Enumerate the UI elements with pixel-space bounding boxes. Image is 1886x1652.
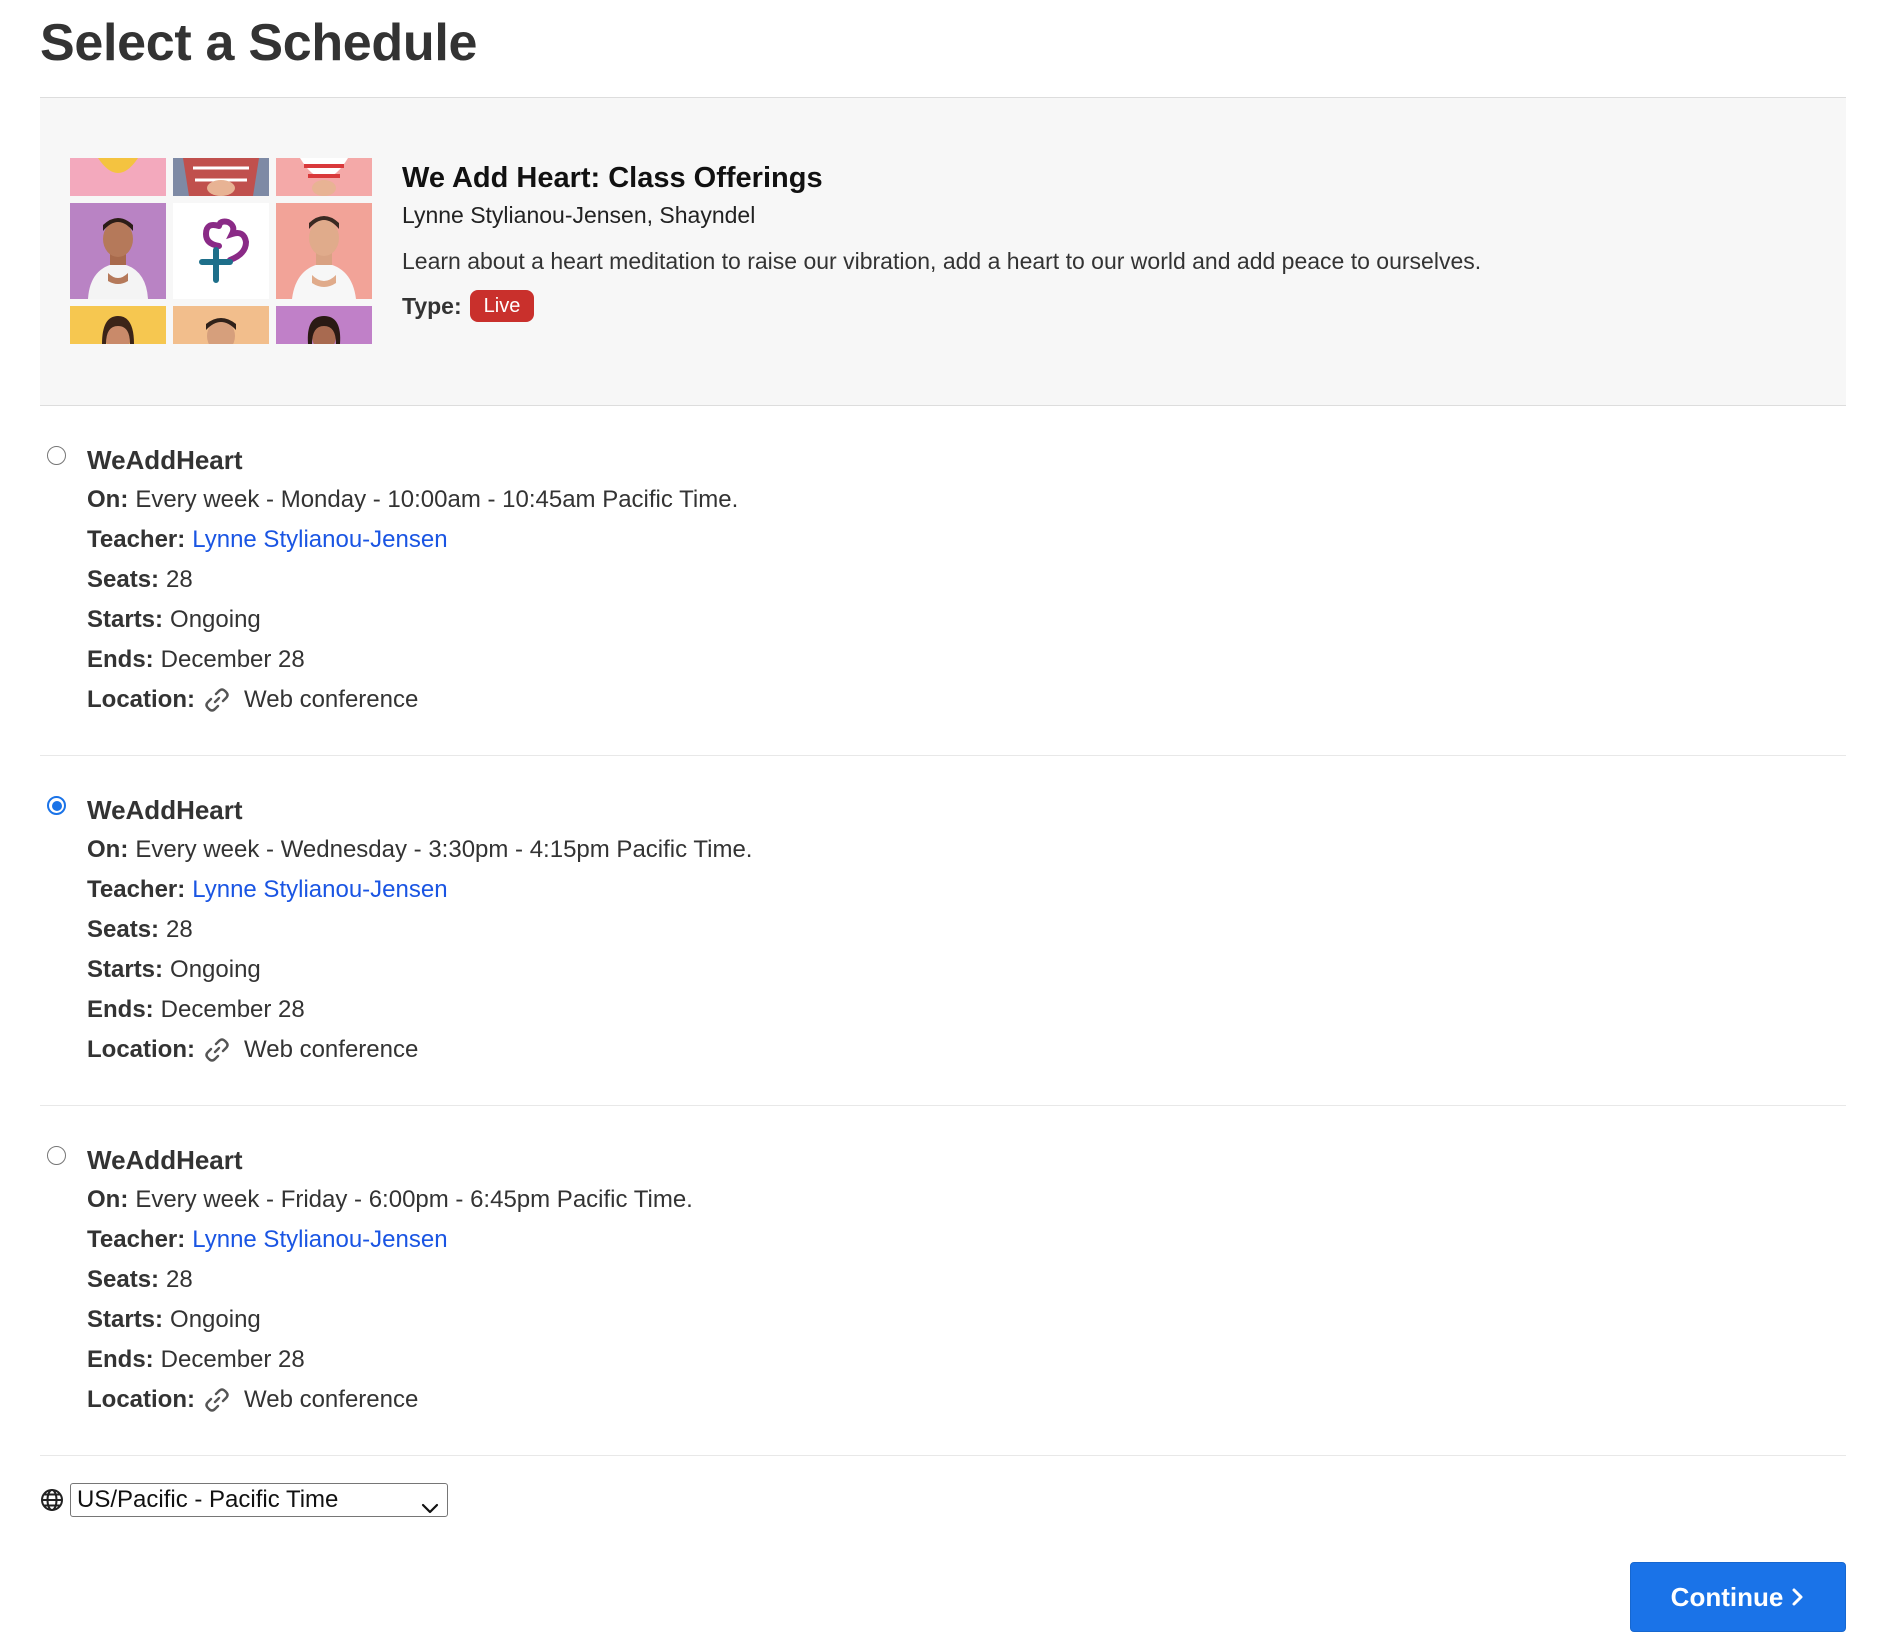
schedule-on: On: Every week - Monday - 10:00am - 10:4… — [87, 480, 1846, 520]
link-icon — [204, 1037, 230, 1063]
ends-value: December 28 — [160, 646, 305, 673]
schedule-ends: Ends: December 28 — [87, 1340, 1846, 1380]
seats-value: 28 — [166, 916, 193, 943]
page-title: Select a Schedule — [40, 0, 1846, 98]
class-teachers: Lynne Stylianou-Jensen, Shayndel — [402, 202, 756, 228]
photo-tile — [70, 158, 166, 196]
chevron-down-icon — [421, 1492, 439, 1524]
photo-tile — [70, 306, 166, 344]
photo-tile — [276, 158, 372, 196]
schedule-teacher: Teacher: Lynne Stylianou-Jensen — [87, 520, 1846, 560]
chevron-right-icon — [1791, 1587, 1805, 1607]
photo-tile — [276, 306, 372, 344]
schedule-location: Location: Web conference — [87, 680, 1846, 720]
teacher-link[interactable]: Lynne Stylianou-Jensen — [192, 1220, 447, 1260]
schedule-list: WeAddHeart On: Every week - Monday - 10:… — [40, 406, 1846, 1456]
link-icon — [204, 687, 230, 713]
photo-tile — [276, 203, 372, 299]
ends-label: Ends: — [87, 646, 154, 673]
schedule-name: WeAddHeart — [87, 445, 243, 475]
schedule-radio[interactable] — [47, 796, 66, 815]
schedule-starts: Starts: Ongoing — [87, 950, 1846, 990]
continue-label: Continue — [1670, 1581, 1784, 1612]
schedule-on: On: Every week - Wednesday - 3:30pm - 4:… — [87, 830, 1846, 870]
schedule-starts: Starts: Ongoing — [87, 600, 1846, 640]
type-badge: Live — [469, 290, 535, 322]
seats-label: Seats: — [87, 566, 160, 593]
schedule-radio[interactable] — [47, 446, 66, 465]
photo-tile — [173, 306, 269, 344]
on-label: On: — [87, 836, 129, 863]
on-value: Every week - Monday - 10:00am - 10:45am … — [135, 486, 739, 513]
schedule-option[interactable]: WeAddHeart On: Every week - Monday - 10:… — [40, 406, 1846, 756]
on-label: On: — [87, 486, 129, 513]
class-title: We Add Heart: Class Offerings — [402, 162, 823, 194]
starts-label: Starts: — [87, 606, 164, 633]
teacher-label: Teacher: — [87, 876, 186, 903]
location-value: Web conference — [244, 1036, 419, 1063]
location-label: Location: — [87, 1036, 195, 1063]
on-value: Every week - Friday - 6:00pm - 6:45pm Pa… — [135, 1186, 693, 1213]
timezone-selected-value: US/Pacific - Pacific Time — [77, 1486, 339, 1513]
photo-tile — [173, 158, 269, 196]
timezone-select[interactable]: US/Pacific - Pacific Time — [70, 1483, 448, 1517]
on-label: On: — [87, 1186, 129, 1213]
starts-value: Ongoing — [170, 1306, 261, 1333]
schedule-teacher: Teacher: Lynne Stylianou-Jensen — [87, 1220, 1846, 1260]
on-value: Every week - Wednesday - 3:30pm - 4:15pm… — [135, 836, 753, 863]
ends-label: Ends: — [87, 1346, 154, 1373]
location-value: Web conference — [244, 1386, 419, 1413]
schedule-location: Location: Web conference — [87, 1380, 1846, 1420]
location-label: Location: — [87, 1386, 195, 1413]
schedule-teacher: Teacher: Lynne Stylianou-Jensen — [87, 870, 1846, 910]
seats-value: 28 — [166, 1266, 193, 1293]
starts-value: Ongoing — [170, 956, 261, 983]
starts-label: Starts: — [87, 1306, 164, 1333]
seats-label: Seats: — [87, 1266, 160, 1293]
starts-value: Ongoing — [170, 606, 261, 633]
class-card: We Add Heart: Class Offerings Lynne Styl… — [40, 98, 1846, 406]
schedule-starts: Starts: Ongoing — [87, 1300, 1846, 1340]
schedule-seats: Seats: 28 — [87, 910, 1846, 950]
teacher-link[interactable]: Lynne Stylianou-Jensen — [192, 870, 447, 910]
type-label: Type: — [402, 292, 462, 319]
link-icon — [204, 1387, 230, 1413]
class-info: We Add Heart: Class Offerings Lynne Styl… — [402, 158, 1481, 322]
continue-button[interactable]: Continue — [1630, 1562, 1846, 1632]
schedule-option[interactable]: WeAddHeart On: Every week - Wednesday - … — [40, 756, 1846, 1106]
teacher-label: Teacher: — [87, 1226, 186, 1253]
location-value: Web conference — [244, 686, 419, 713]
teacher-link[interactable]: Lynne Stylianou-Jensen — [192, 520, 447, 560]
location-label: Location: — [87, 686, 195, 713]
schedule-seats: Seats: 28 — [87, 1260, 1846, 1300]
seats-label: Seats: — [87, 916, 160, 943]
globe-icon — [40, 1488, 64, 1512]
page: Select a Schedule We Add Heart: Class Of… — [0, 0, 1886, 1540]
schedule-location: Location: Web conference — [87, 1030, 1846, 1070]
schedule-name: WeAddHeart — [87, 795, 243, 825]
ends-label: Ends: — [87, 996, 154, 1023]
teacher-label: Teacher: — [87, 526, 186, 553]
schedule-ends: Ends: December 28 — [87, 990, 1846, 1030]
starts-label: Starts: — [87, 956, 164, 983]
schedule-name: WeAddHeart — [87, 1145, 243, 1175]
ends-value: December 28 — [160, 1346, 305, 1373]
schedule-seats: Seats: 28 — [87, 560, 1846, 600]
seats-value: 28 — [166, 566, 193, 593]
schedule-on: On: Every week - Friday - 6:00pm - 6:45p… — [87, 1180, 1846, 1220]
schedule-radio[interactable] — [47, 1146, 66, 1165]
schedule-ends: Ends: December 28 — [87, 640, 1846, 680]
photo-tile — [70, 203, 166, 299]
timezone-row: US/Pacific - Pacific Time — [40, 1456, 1846, 1540]
class-description: Learn about a heart meditation to raise … — [402, 248, 1482, 274]
schedule-option[interactable]: WeAddHeart On: Every week - Friday - 6:0… — [40, 1106, 1846, 1456]
class-type: Type: Live — [402, 290, 1481, 322]
class-image — [70, 158, 372, 344]
heart-logo-icon — [173, 203, 269, 299]
ends-value: December 28 — [160, 996, 305, 1023]
